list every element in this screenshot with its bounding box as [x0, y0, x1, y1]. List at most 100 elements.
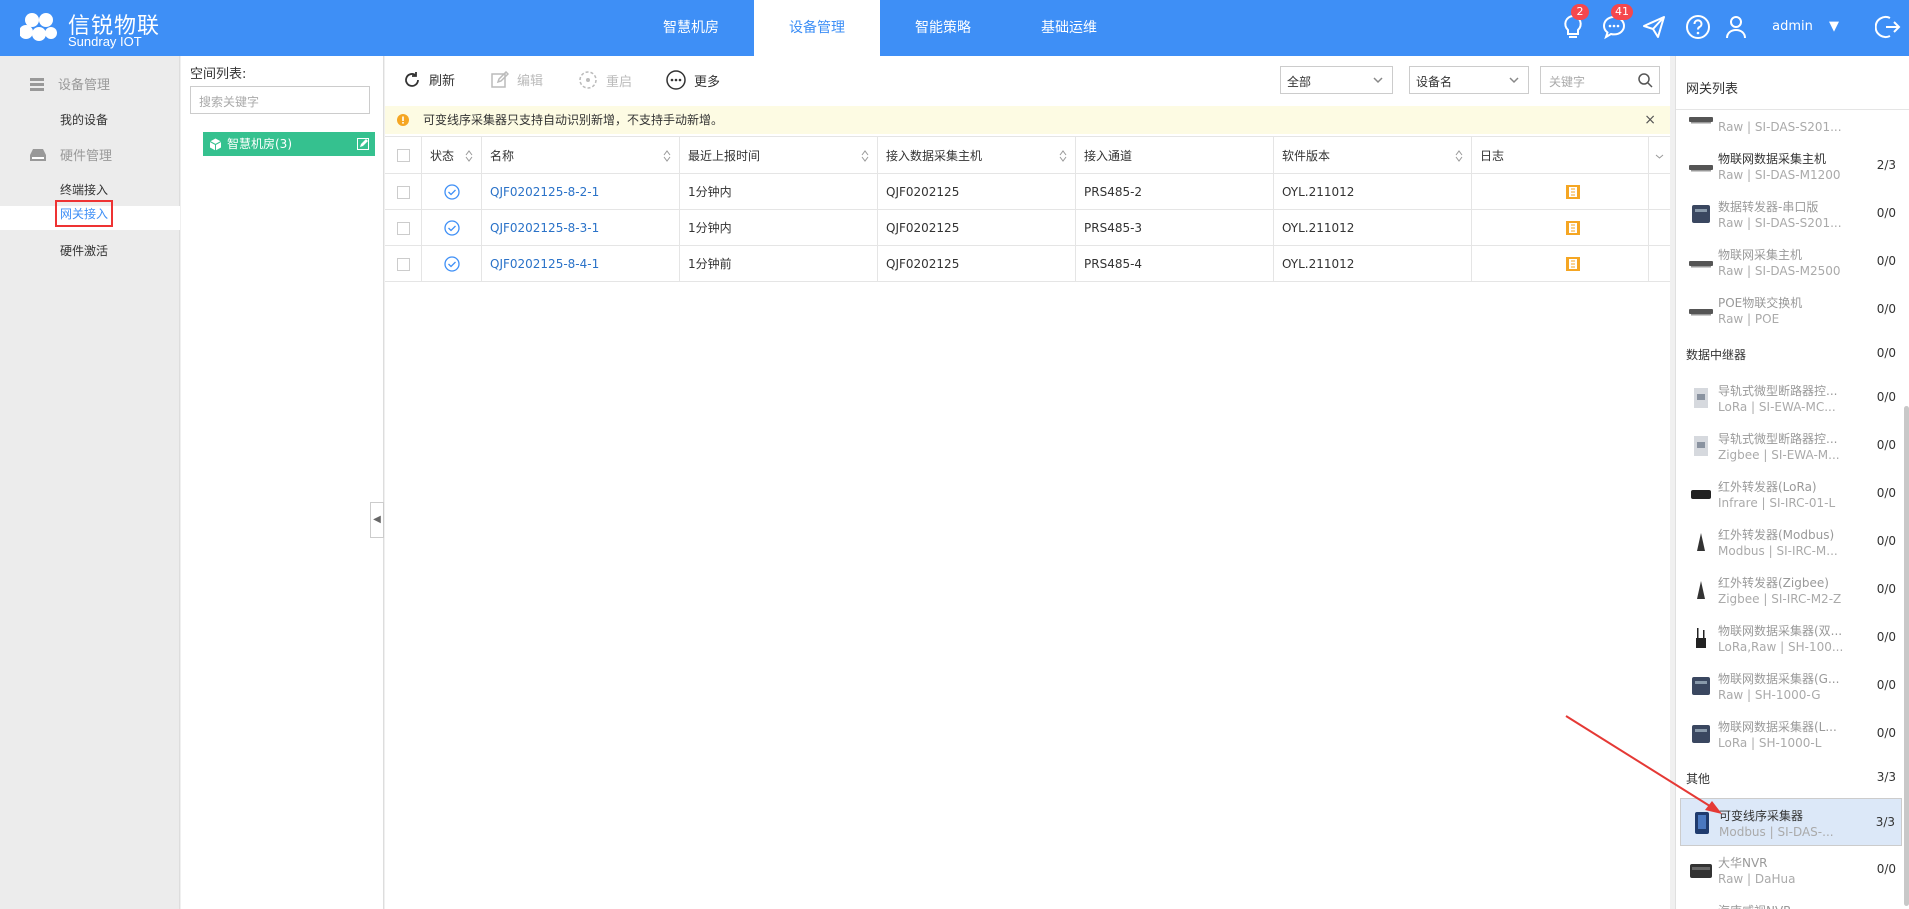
header-status[interactable]: 状态	[422, 137, 482, 173]
device-thumbnail-icon	[1688, 674, 1714, 698]
row-checkbox[interactable]	[397, 186, 410, 199]
gateway-list-item[interactable]: Raw | SI-DAS-S201...	[1680, 110, 1902, 142]
username: admin	[1772, 19, 1813, 34]
device-thumbnail-icon	[1688, 722, 1714, 746]
gateway-list-item[interactable]: 物联网数据采集器(双... LoRa,Raw | SH-100... 0/0	[1680, 614, 1902, 662]
edit-button[interactable]: 编辑	[491, 70, 543, 89]
gateway-list-item[interactable]: 红外转发器(Modbus) Modbus | SI-IRC-M... 0/0	[1680, 518, 1902, 566]
gateway-list-item[interactable]: 数据转发器-串口版 Raw | SI-DAS-S201... 0/0	[1680, 190, 1902, 238]
keyword-search-input[interactable]: 关键字	[1540, 66, 1660, 94]
row-checkbox[interactable]	[397, 222, 410, 235]
device-thumbnail-icon	[1688, 154, 1714, 178]
top-bar: 信锐物联 Sundray IOT 智慧机房 设备管理 智能策略 基础运维 2 4…	[0, 0, 1909, 56]
gateway-list-scrollbar[interactable]	[1904, 406, 1909, 906]
column-menu-button[interactable]	[1649, 137, 1670, 173]
log-icon[interactable]	[1472, 246, 1649, 281]
brand-logo[interactable]: 信锐物联 Sundray IOT	[20, 6, 180, 50]
header-log[interactable]: 日志	[1472, 137, 1649, 173]
channel-name: PRS485-3	[1076, 210, 1274, 245]
tab-smart-room[interactable]: 智慧机房	[628, 0, 754, 56]
gateway-protocol-model: Raw | SI-DAS-S201...	[1718, 120, 1842, 134]
message-icon[interactable]: 41	[1601, 4, 1633, 40]
log-icon[interactable]	[1472, 210, 1649, 245]
header-version[interactable]: 软件版本	[1274, 137, 1472, 173]
user-menu[interactable]: admin ▼	[1772, 19, 1839, 34]
space-search-input[interactable]: 搜索关键字	[190, 86, 370, 114]
sidebar-item-terminal-access[interactable]: 终端接入	[60, 181, 108, 198]
gateway-list-item[interactable]: 红外转发器(Zigbee) Zigbee | SI-IRC-M2-Z 0/0	[1680, 566, 1902, 614]
sidebar-group-device-management[interactable]: 设备管理	[30, 74, 110, 93]
gateway-list-item[interactable]: 海康威视NVR	[1680, 894, 1902, 909]
host-name: QJF0202125	[878, 246, 1076, 281]
log-icon[interactable]	[1472, 174, 1649, 209]
send-icon[interactable]	[1641, 14, 1667, 40]
sidebar-item-label: 网关接入	[55, 200, 114, 227]
field-select[interactable]: 设备名	[1409, 66, 1529, 94]
gateway-name: 物联网数据采集主机	[1718, 152, 1827, 166]
refresh-button[interactable]: 刷新	[403, 70, 455, 89]
gateway-name: 物联网数据采集器(G...	[1718, 672, 1840, 686]
gateway-protocol-model: Infrare | SI-IRC-01-L	[1718, 496, 1836, 510]
sidebar-item-hardware-activation[interactable]: 硬件激活	[60, 242, 108, 259]
gateway-list-item[interactable]: 物联网采集主机 Raw | SI-DAS-M2500 0/0	[1680, 238, 1902, 286]
tree-node-smart-room[interactable]: 智慧机房(3)	[203, 132, 375, 156]
tab-basic-ops[interactable]: 基础运维	[1006, 0, 1132, 56]
device-name-link[interactable]: QJF0202125-8-3-1	[482, 210, 680, 245]
restart-button[interactable]: 重启	[578, 70, 632, 90]
header-name[interactable]: 名称	[482, 137, 680, 173]
more-button[interactable]: 更多	[666, 70, 720, 90]
gateway-name: 数据转发器-串口版	[1718, 200, 1819, 214]
select-all-checkbox[interactable]	[397, 149, 410, 162]
help-icon[interactable]	[1685, 14, 1711, 40]
logout-icon[interactable]	[1874, 14, 1901, 40]
close-icon[interactable]: ×	[1644, 106, 1656, 134]
tree-node-label: 智慧机房(3)	[227, 137, 292, 151]
edit-icon[interactable]	[357, 138, 369, 150]
device-thumbnail-icon	[1688, 298, 1714, 322]
notice-bar: 可变线序采集器只支持自动识别新增，不支持手动新增。 ×	[385, 106, 1670, 134]
table-row[interactable]: QJF0202125-8-3-1 1分钟内 QJF0202125 PRS485-…	[385, 210, 1670, 246]
tab-smart-strategy[interactable]: 智能策略	[880, 0, 1006, 56]
status-filter-select[interactable]: 全部	[1280, 66, 1393, 94]
header-last-report[interactable]: 最近上报时间	[680, 137, 878, 173]
header-label: 名称	[490, 149, 515, 163]
sidebar-item-gateway-access[interactable]: 网关接入	[0, 200, 180, 230]
gateway-list-item[interactable]: 物联网数据采集器(L... LoRa | SH-1000-L 0/0	[1680, 710, 1902, 758]
gateway-list-item[interactable]: 可变线序采集器 Modbus | SI-DAS-... 3/3	[1680, 798, 1902, 846]
gateway-count: 0/0	[1876, 630, 1896, 644]
collapse-panel-button[interactable]: ◀	[370, 502, 384, 538]
sidebar-item-my-devices[interactable]: 我的设备	[60, 111, 108, 128]
gateway-list-item[interactable]: 导轨式微型断路器控... LoRa | SI-EWA-MC... 0/0	[1680, 374, 1902, 422]
device-name-link[interactable]: QJF0202125-8-4-1	[482, 246, 680, 281]
table-row[interactable]: QJF0202125-8-2-1 1分钟内 QJF0202125 PRS485-…	[385, 174, 1670, 210]
last-report-time: 1分钟内	[680, 174, 878, 209]
lightbulb-icon[interactable]: 2	[1561, 4, 1589, 40]
table-row[interactable]: QJF0202125-8-4-1 1分钟前 QJF0202125 PRS485-…	[385, 246, 1670, 282]
header-host[interactable]: 接入数据采集主机	[878, 137, 1076, 173]
header-actions: 2 41 admin ▼	[1549, 0, 1909, 56]
keyword-placeholder: 关键字	[1549, 75, 1586, 89]
gateway-name: 可变线序采集器	[1719, 809, 1804, 823]
gateway-count: 0/0	[1876, 486, 1896, 500]
gateway-name: 导轨式微型断路器控...	[1718, 384, 1838, 398]
device-name-link[interactable]: QJF0202125-8-2-1	[482, 174, 680, 209]
gateway-list-item[interactable]: 红外转发器(LoRa) Infrare | SI-IRC-01-L 0/0	[1680, 470, 1902, 518]
user-icon[interactable]	[1725, 14, 1751, 40]
select-all-cell	[385, 137, 422, 173]
gateway-list-item[interactable]: 物联网数据采集器(G... Raw | SH-1000-G 0/0	[1680, 662, 1902, 710]
search-icon[interactable]	[1637, 72, 1653, 88]
group-count: 3/3	[1876, 770, 1896, 784]
gateway-protocol-model: LoRa | SH-1000-L	[1718, 736, 1822, 750]
header-channel[interactable]: 接入通道	[1076, 137, 1274, 173]
device-thumbnail-icon	[1689, 811, 1715, 835]
device-thumbnail-icon	[1688, 858, 1714, 882]
sidebar-group-hardware-management[interactable]: 硬件管理	[30, 145, 112, 164]
gateway-list-item[interactable]: 导轨式微型断路器控... Zigbee | SI-EWA-M... 0/0	[1680, 422, 1902, 470]
row-checkbox[interactable]	[397, 258, 410, 271]
gateway-list-item[interactable]: 大华NVR Raw | DaHua 0/0	[1680, 846, 1902, 894]
more-label: 更多	[694, 74, 721, 90]
channel-name: PRS485-4	[1076, 246, 1274, 281]
tab-device-management[interactable]: 设备管理	[754, 0, 880, 56]
gateway-list-item[interactable]: POE物联交换机 Raw | POE 0/0	[1680, 286, 1902, 334]
gateway-list-item[interactable]: 物联网数据采集主机 Raw | SI-DAS-M1200 2/3	[1680, 142, 1902, 190]
